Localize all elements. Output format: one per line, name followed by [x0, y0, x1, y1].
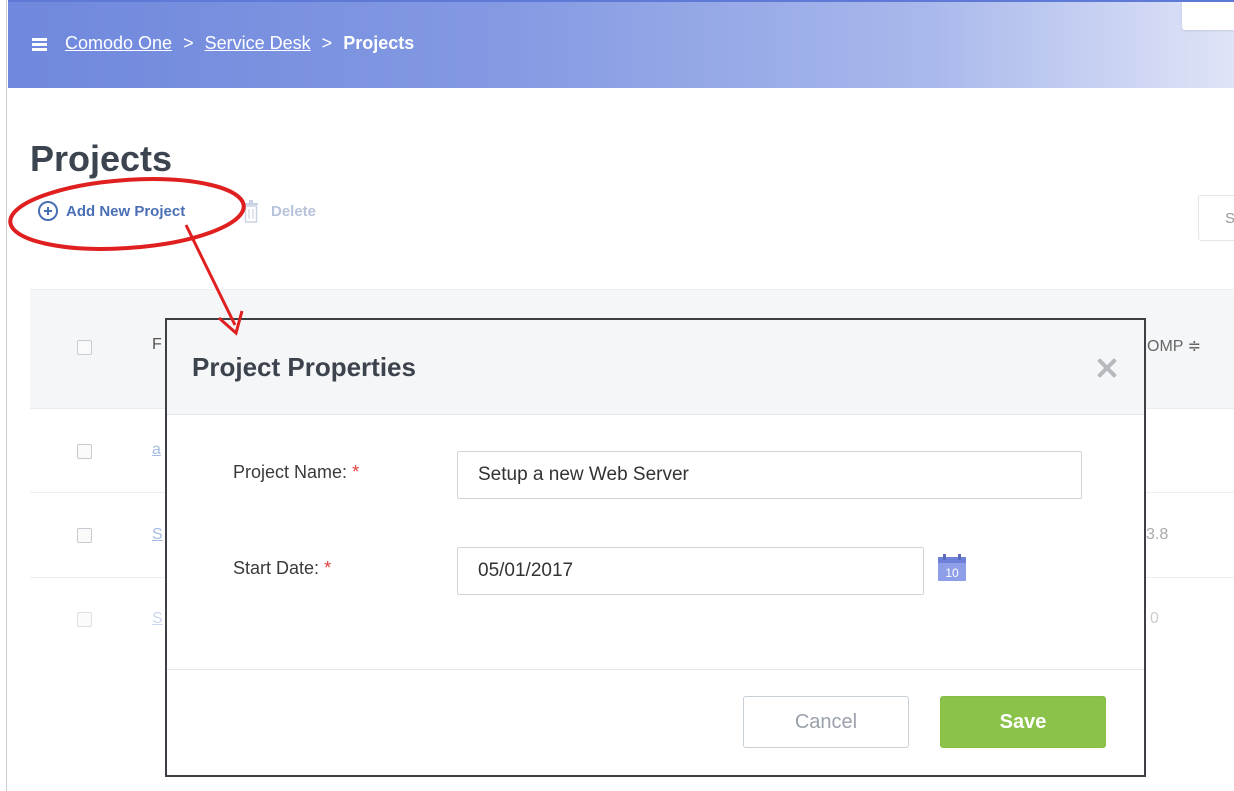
breadcrumb: Comodo One > Service Desk > Projects — [65, 33, 414, 54]
breadcrumb-separator: > — [321, 33, 333, 53]
row-value-fragment: 0 — [1150, 610, 1159, 627]
page-title: Projects — [30, 138, 173, 179]
calendar-icon[interactable]: 10 — [937, 554, 967, 582]
calendar-day-text: 10 — [945, 566, 959, 580]
delete-label: Delete — [271, 202, 317, 220]
plus-circle-icon — [38, 201, 58, 221]
row-checkbox[interactable] — [77, 528, 92, 543]
dialog-title: Project Properties — [192, 352, 416, 382]
hamburger-menu-icon[interactable] — [32, 38, 47, 51]
required-asterisk: * — [324, 558, 332, 578]
search-input[interactable]: S — [1198, 195, 1234, 241]
close-icon[interactable] — [1097, 358, 1117, 378]
top-right-dropdown[interactable] — [1182, 2, 1234, 30]
column-header-fragment: F — [152, 336, 162, 353]
project-name-input[interactable] — [457, 451, 1082, 499]
project-name-label: Project Name: * — [233, 462, 360, 482]
top-navigation-bar: Comodo One > Service Desk > Projects — [8, 0, 1234, 88]
breadcrumb-link-comodo-one[interactable]: Comodo One — [65, 33, 172, 53]
start-date-label: Start Date: * — [233, 558, 332, 578]
trash-icon — [244, 200, 258, 223]
project-name-link[interactable]: S — [152, 610, 163, 628]
add-new-project-label: Add New Project — [66, 202, 186, 220]
window-frame — [0, 0, 7, 791]
row-checkbox[interactable] — [77, 612, 92, 627]
row-checkbox[interactable] — [77, 444, 92, 459]
breadcrumb-separator: > — [183, 33, 194, 53]
select-all-checkbox[interactable] — [77, 340, 92, 355]
delete-button[interactable]: Delete — [243, 199, 316, 223]
add-new-project-button[interactable]: Add New Project — [38, 201, 185, 221]
start-date-input[interactable] — [457, 547, 924, 595]
project-properties-dialog: Project Properties Project Name: * Start… — [165, 318, 1146, 777]
project-name-link[interactable]: a — [152, 441, 161, 459]
row-value-fragment: 3.8 — [1146, 526, 1169, 543]
dialog-footer-divider — [167, 669, 1144, 670]
cancel-button[interactable]: Cancel — [743, 696, 909, 748]
breadcrumb-link-service-desk[interactable]: Service Desk — [205, 33, 311, 53]
required-asterisk: * — [352, 462, 360, 482]
breadcrumb-current: Projects — [343, 33, 415, 53]
save-button[interactable]: Save — [940, 696, 1106, 748]
column-header-fragment[interactable]: OMP ≑ — [1147, 336, 1201, 356]
project-name-link[interactable]: S — [152, 526, 163, 544]
dialog-header: Project Properties — [167, 320, 1144, 415]
